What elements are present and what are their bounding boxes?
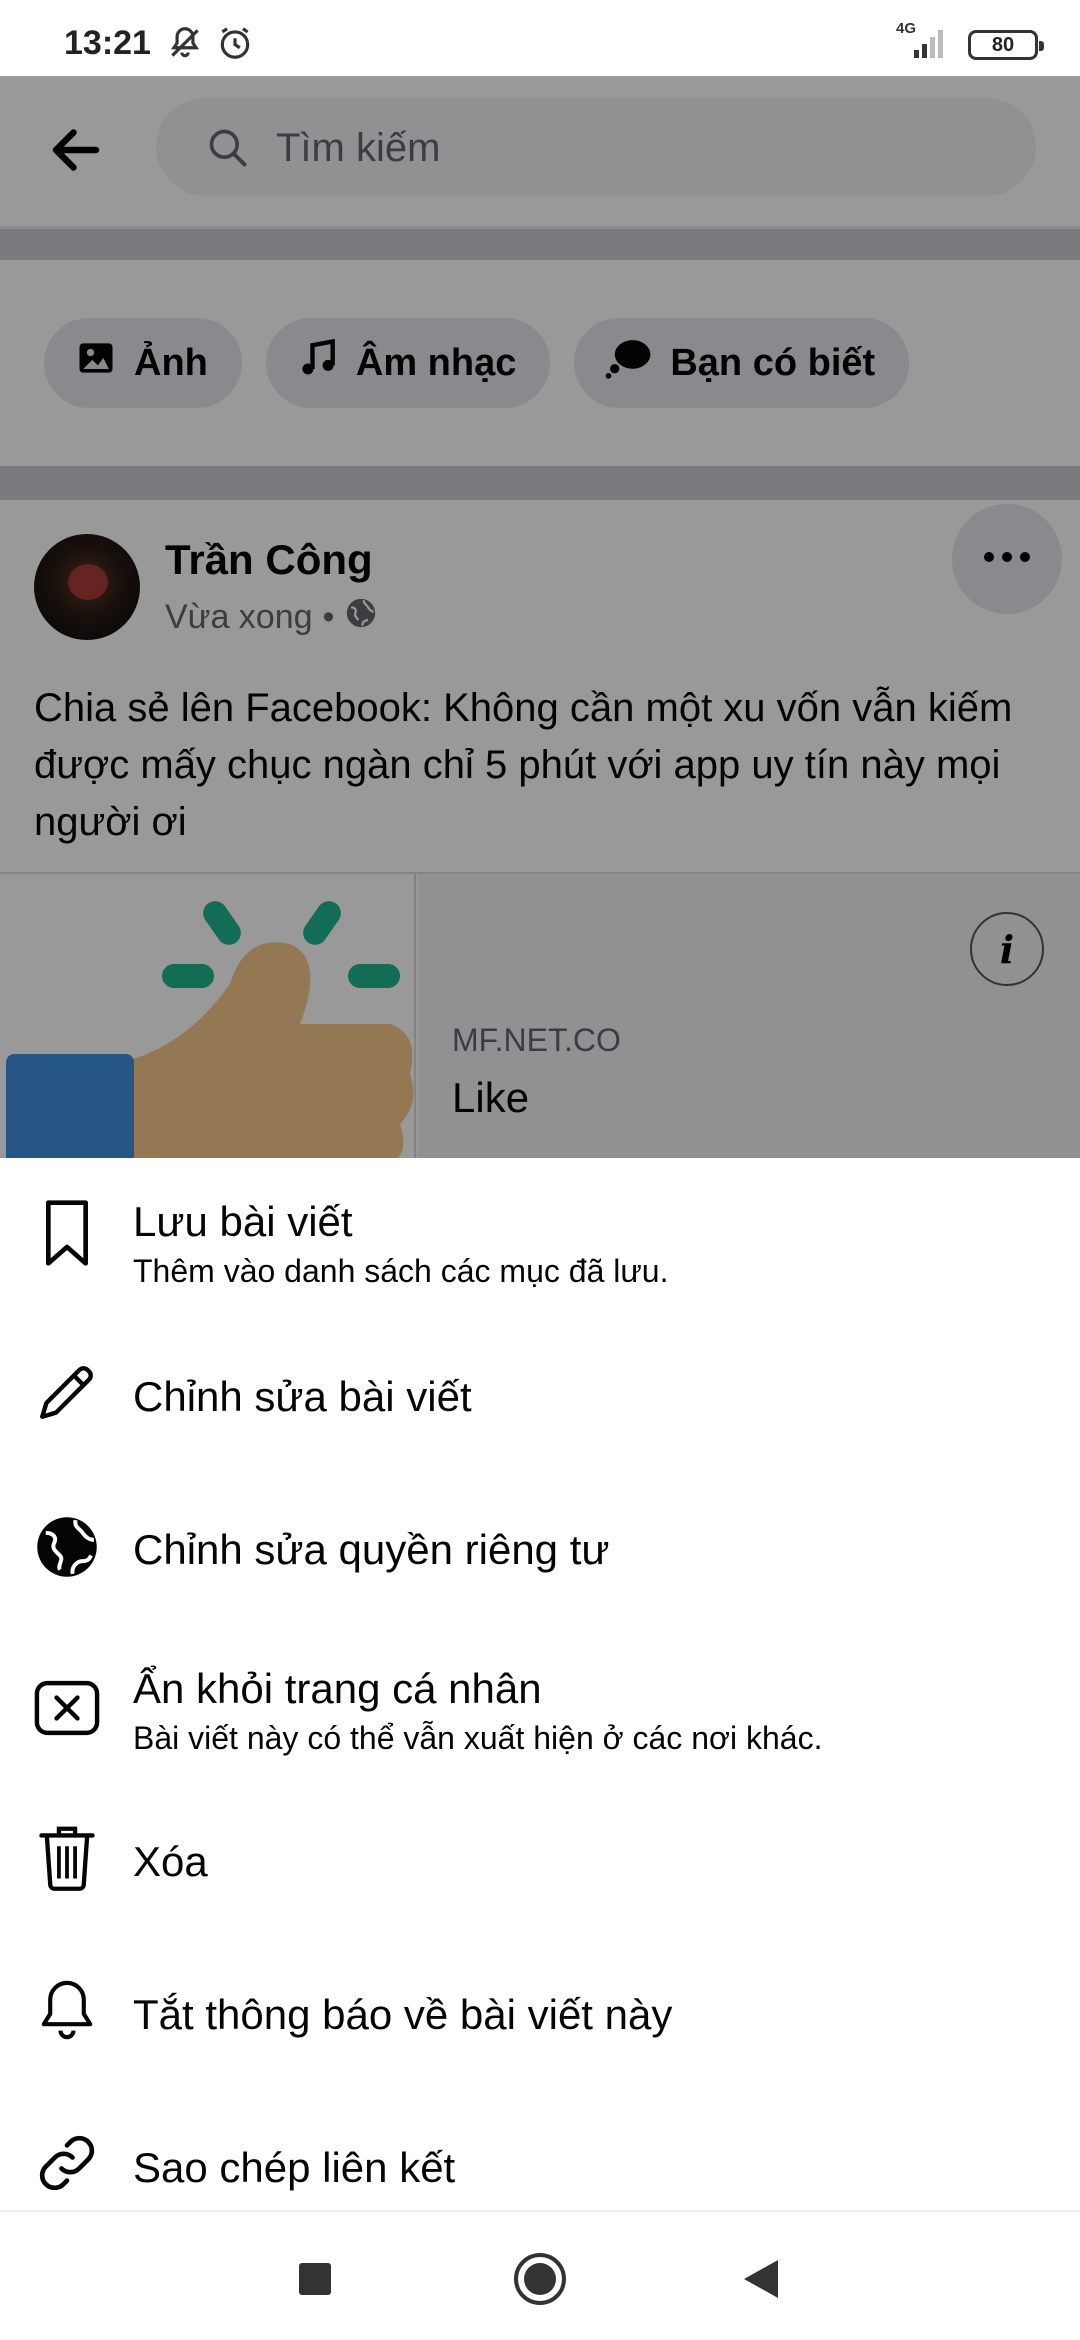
menu-item-label: Sao chép liên kết [133,2144,456,2191]
mute-icon [166,24,204,67]
system-navigation-bar [0,2210,1080,2340]
menu-item-edit-post[interactable]: Chỉnh sửa bài viết [0,1323,1080,1463]
alarm-icon [216,24,254,67]
menu-item-delete[interactable]: Xóa [0,1786,1080,1926]
menu-item-hide-from-profile[interactable]: Ẩn khỏi trang cá nhân Bài viết này có th… [0,1633,1080,1773]
menu-item-label: Lưu bài viết [133,1198,353,1245]
pencil-icon [32,1357,102,1427]
menu-item-label: Ẩn khỏi trang cá nhân [133,1665,542,1712]
menu-item-label: Xóa [133,1838,208,1885]
menu-item-sublabel: Bài viết này có thể vẫn xuất hiện ở các … [133,1720,823,1756]
menu-item-sublabel: Thêm vào danh sách các mục đã lưu. [133,1253,669,1289]
hide-x-icon [32,1673,102,1743]
menu-item-edit-privacy[interactable]: Chỉnh sửa quyền riêng tư [0,1476,1080,1616]
menu-item-save-post[interactable]: Lưu bài viết Thêm vào danh sách các mục … [0,1168,1080,1308]
status-bar: 13:21 4G 80 [0,0,1080,76]
home-icon[interactable] [505,2244,575,2314]
bookmark-icon [32,1198,102,1268]
bell-icon [32,1975,102,2045]
menu-item-label: Chỉnh sửa bài viết [133,1373,472,1420]
battery-indicator: 80 [968,29,1044,60]
status-time: 13:21 [64,24,151,62]
link-icon [32,2128,102,2198]
recents-icon[interactable] [280,2244,350,2314]
globe-icon [32,1512,102,1582]
menu-item-label: Chỉnh sửa quyền riêng tư [133,1526,610,1573]
modal-backdrop[interactable] [0,76,1080,1158]
trash-icon [32,1822,102,1892]
network-type: 4G [896,20,917,37]
menu-item-label: Tắt thông báo về bài viết này [133,1991,673,2038]
post-options-sheet: Lưu bài viết Thêm vào danh sách các mục … [0,1158,1080,2210]
back-icon[interactable] [725,2244,795,2314]
menu-item-turn-off-notifications[interactable]: Tắt thông báo về bài viết này [0,1941,1080,2081]
signal-icon: 4G [896,20,952,65]
